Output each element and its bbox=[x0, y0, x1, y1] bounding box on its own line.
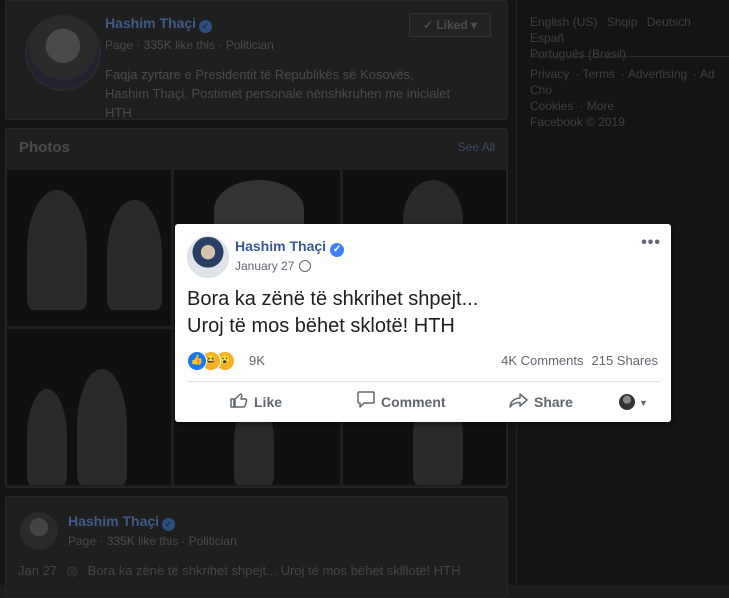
photos-see-all-link[interactable]: See All bbox=[458, 140, 495, 154]
right-divider bbox=[530, 56, 729, 57]
verified-badge-icon: ✓ bbox=[199, 20, 213, 33]
check-icon: ✓ bbox=[422, 18, 433, 32]
footer-link[interactable]: Cookies bbox=[530, 99, 573, 113]
globe-icon bbox=[299, 260, 312, 272]
like-label: Like bbox=[254, 394, 283, 410]
like-reaction-icon: 👍 bbox=[187, 351, 207, 371]
comments-count-link[interactable]: 4K Comments bbox=[501, 353, 583, 368]
comment-label: Comment bbox=[381, 394, 446, 410]
footer-link[interactable]: Advertising bbox=[628, 67, 687, 81]
footer-link[interactable]: Terms bbox=[582, 67, 615, 81]
thumbs-up-icon bbox=[230, 388, 248, 420]
post-date-row: January 27 bbox=[235, 259, 312, 273]
footer-links: Privacy · Terms · Advertising · Ad Cho Cook… bbox=[530, 67, 715, 129]
preview-meta: Page · 335K like this · Politician bbox=[68, 534, 237, 548]
preview-type: Page bbox=[68, 534, 97, 548]
preview-category[interactable]: Politician bbox=[189, 534, 237, 548]
liked-button[interactable]: ✓ Liked ▾ bbox=[409, 13, 491, 37]
page-description: Faqja zyrtare e Presidentit të Republikë… bbox=[105, 67, 451, 120]
post-date[interactable]: January 27 bbox=[235, 259, 294, 273]
more-options-icon[interactable]: ••• bbox=[641, 234, 661, 252]
copyright: Facebook © 2019 bbox=[530, 115, 625, 129]
liked-label: Liked bbox=[436, 18, 468, 32]
post-author-name[interactable]: Hashim Thaçi bbox=[235, 238, 326, 254]
comment-button[interactable]: Comment bbox=[357, 386, 446, 418]
language-links: English (US) Shqip Deutsch Españ Portugu… bbox=[530, 14, 729, 62]
verified-badge-icon: ✓ bbox=[162, 518, 176, 531]
post-divider bbox=[187, 381, 659, 382]
preview-author[interactable]: Hashim Thaçi bbox=[68, 513, 159, 529]
footer-link[interactable]: More bbox=[587, 99, 614, 113]
photos-title: Photos bbox=[19, 139, 70, 156]
preview-likes[interactable]: 335K like this bbox=[107, 534, 178, 548]
reaction-count[interactable]: 9K bbox=[249, 353, 265, 368]
page-likes[interactable]: 335K like this bbox=[144, 38, 215, 52]
post-author-name-row: Hashim Thaçi ✓ bbox=[235, 238, 345, 257]
profile-avatar-icon bbox=[619, 394, 635, 410]
photo-thumbnail[interactable] bbox=[7, 170, 171, 326]
share-button[interactable]: Share bbox=[509, 386, 573, 418]
language-link[interactable]: Português (Brasil) bbox=[530, 47, 626, 61]
comment-bubble-icon bbox=[357, 388, 375, 420]
globe-icon: ◎ bbox=[66, 563, 79, 578]
photo-thumbnail[interactable] bbox=[7, 329, 171, 485]
share-arrow-icon bbox=[509, 388, 528, 420]
engagement-counts: 4K Comments 215 Shares bbox=[501, 353, 658, 368]
preview-date[interactable]: Jan 27 bbox=[18, 563, 57, 578]
page-name[interactable]: Hashim Thaçi bbox=[105, 15, 196, 31]
page-meta: Page · 335K like this · Politician bbox=[105, 38, 274, 52]
page-type: Page bbox=[105, 38, 134, 52]
caret-down-icon: ▾ bbox=[471, 18, 478, 32]
language-link[interactable]: Españ bbox=[530, 31, 564, 45]
footer-link[interactable]: Privacy bbox=[530, 67, 569, 81]
language-link[interactable]: Deutsch bbox=[647, 15, 691, 29]
verified-badge-icon: ✓ bbox=[330, 243, 345, 257]
post-actions: Like Comment Share ▼ bbox=[187, 386, 659, 418]
post-author-avatar[interactable] bbox=[187, 236, 229, 278]
post-text: Bora ka zënë të shkrihet shpejt... Uroj … bbox=[187, 286, 657, 340]
caret-down-icon: ▼ bbox=[639, 398, 648, 408]
highlighted-post: Hashim Thaçi ✓ January 27 ••• Bora ka zën… bbox=[175, 224, 671, 422]
preview-line: Jan 27 ◎ Bora ka zënë të shkrihet shpejt… bbox=[18, 563, 460, 579]
post-text-line: Bora ka zënë të shkrihet shpejt... bbox=[187, 288, 479, 310]
preview-avatar[interactable] bbox=[20, 512, 58, 550]
like-button[interactable]: Like bbox=[230, 386, 282, 418]
language-link[interactable]: Shqip bbox=[607, 15, 638, 29]
page-header-card: Hashim Thaçi ✓ Page · 335K like this · Po… bbox=[5, 0, 508, 120]
preview-snippet: Bora ka zënë të shkrihet shpejt... Uroj … bbox=[87, 563, 461, 578]
post-preview-card: Hashim Thaçi ✓ Page · 335K like this · Po… bbox=[5, 496, 508, 598]
language-link[interactable]: English (US) bbox=[530, 15, 597, 29]
post-text-line: Uroj të mos bëhet sklotë! HTH bbox=[187, 315, 455, 337]
share-label: Share bbox=[534, 394, 573, 410]
page-avatar[interactable] bbox=[25, 15, 101, 91]
page-category[interactable]: Politician bbox=[226, 38, 274, 52]
shares-count-link[interactable]: 215 Shares bbox=[592, 353, 659, 368]
react-as-selector[interactable]: ▼ bbox=[619, 386, 659, 418]
